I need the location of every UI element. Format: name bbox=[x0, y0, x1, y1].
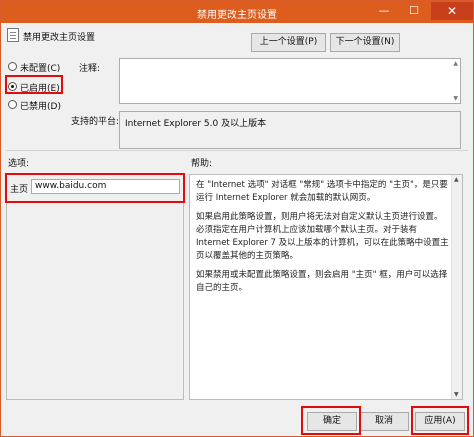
help-paragraph: 在 "Internet 选项" 对话框 "常规" 选项卡中指定的 "主页"，是只… bbox=[196, 180, 448, 203]
radio-label: 未配置(C) bbox=[20, 64, 61, 74]
title-bar[interactable]: 禁用更改主页设置 — ☐ ✕ bbox=[1, 1, 473, 23]
previous-setting-button[interactable]: 上一个设置(P) bbox=[251, 33, 326, 52]
platform-label: 支持的平台: bbox=[71, 117, 120, 127]
help-label: 帮助: bbox=[191, 159, 213, 169]
radio-disabled[interactable]: 已禁用(D) bbox=[8, 99, 98, 112]
help-text: 在 "Internet 选项" 对话框 "常规" 选项卡中指定的 "主页"，是只… bbox=[196, 179, 450, 301]
policy-dialog: 禁用更改主页设置 — ☐ ✕ 禁用更改主页设置 上一个设置(P) 下一个设置(N… bbox=[0, 0, 474, 437]
comment-textarea[interactable]: ▲ ▼ bbox=[119, 58, 461, 104]
platform-box: Internet Explorer 5.0 及以上版本 bbox=[119, 111, 461, 149]
radio-circle[interactable] bbox=[8, 62, 17, 71]
options-label: 选项: bbox=[8, 159, 30, 169]
help-paragraph: 如果禁用或未配置此策略设置，则会启用 "主页" 框，用户可以选择自己的主页。 bbox=[196, 270, 448, 293]
cancel-button[interactable]: 取消 bbox=[359, 412, 409, 431]
platform-value: Internet Explorer 5.0 及以上版本 bbox=[125, 119, 267, 129]
policy-setting-icon bbox=[7, 28, 19, 42]
policy-name: 禁用更改主页设置 bbox=[23, 33, 96, 43]
next-setting-button[interactable]: 下一个设置(N) bbox=[330, 33, 400, 52]
maximize-button[interactable]: ☐ bbox=[399, 2, 429, 20]
highlight-apply bbox=[411, 406, 469, 435]
section-divider bbox=[6, 150, 468, 151]
scroll-up-icon[interactable]: ▲ bbox=[453, 60, 458, 67]
highlight-ok bbox=[301, 406, 361, 435]
minimize-button[interactable]: — bbox=[369, 2, 399, 20]
scroll-down-icon[interactable]: ▼ bbox=[453, 95, 458, 102]
radio-label: 已禁用(D) bbox=[20, 102, 61, 112]
radio-circle[interactable] bbox=[8, 100, 17, 109]
help-paragraph: 如果启用此策略设置，则用户将无法对自定义默认主页进行设置。必须指定在用户计算机上… bbox=[196, 212, 449, 261]
options-panel bbox=[6, 174, 184, 400]
comment-label: 注释: bbox=[79, 64, 101, 74]
highlight-enabled bbox=[5, 75, 63, 94]
scroll-down-icon[interactable]: ▼ bbox=[454, 391, 459, 398]
highlight-homepage bbox=[5, 173, 185, 203]
close-button[interactable]: ✕ bbox=[431, 2, 473, 20]
scroll-up-icon[interactable]: ▲ bbox=[454, 176, 459, 183]
help-panel: 在 "Internet 选项" 对话框 "常规" 选项卡中指定的 "主页"，是只… bbox=[189, 174, 463, 400]
help-scrollbar[interactable]: ▲ ▼ bbox=[451, 175, 462, 399]
